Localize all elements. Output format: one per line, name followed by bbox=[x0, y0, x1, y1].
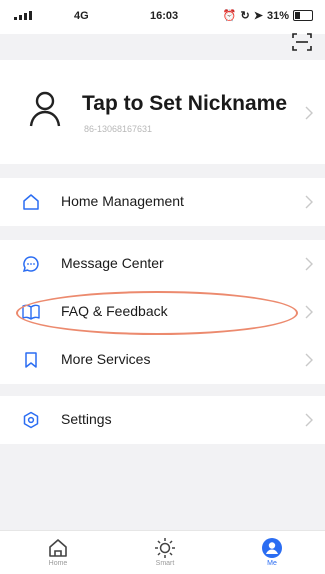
menu-item-label: More Services bbox=[61, 351, 151, 367]
tab-me[interactable]: Me bbox=[242, 537, 302, 567]
profile-card[interactable]: Tap to Set Nickname 86-13068167631 bbox=[0, 60, 325, 164]
location-icon: ➤ bbox=[253, 10, 263, 22]
menu-item-label: Home Management bbox=[61, 193, 184, 209]
status-right: ⏰ ↻ ➤ 31% bbox=[223, 9, 313, 22]
chevron-right-icon bbox=[305, 106, 313, 120]
alarm-icon: ⏰ bbox=[222, 10, 237, 22]
clock: 16:03 bbox=[150, 10, 179, 22]
message-icon bbox=[22, 256, 39, 273]
menu-item-message-center[interactable]: Message Center bbox=[0, 240, 325, 288]
tab-bar: Home Smart Me bbox=[0, 530, 325, 574]
scan-icon[interactable] bbox=[291, 31, 313, 53]
phone-number: 86-13068167631 bbox=[84, 124, 153, 134]
menu-item-label: Settings bbox=[61, 411, 112, 427]
tab-smart[interactable]: Smart bbox=[135, 537, 195, 567]
battery-icon bbox=[293, 10, 313, 21]
home-section: Home Management bbox=[0, 178, 325, 226]
sun-icon bbox=[155, 538, 175, 558]
highlight-ellipse bbox=[16, 291, 298, 335]
battery-percent: 31% bbox=[266, 9, 289, 22]
avatar-icon bbox=[29, 91, 61, 127]
tab-label: Smart bbox=[155, 560, 175, 567]
settings-section: Settings bbox=[0, 396, 325, 444]
chevron-right-icon bbox=[305, 353, 313, 367]
tab-label: Home bbox=[48, 560, 68, 567]
chevron-right-icon bbox=[305, 257, 313, 271]
menu-item-home-management[interactable]: Home Management bbox=[0, 178, 325, 226]
bookmark-icon bbox=[25, 352, 37, 368]
settings-icon bbox=[23, 411, 39, 429]
nickname-label[interactable]: Tap to Set Nickname bbox=[82, 92, 287, 116]
tab-home[interactable]: Home bbox=[28, 537, 88, 567]
chevron-right-icon bbox=[305, 305, 313, 319]
chevron-right-icon bbox=[305, 195, 313, 209]
network-type: 4G bbox=[74, 10, 89, 22]
tab-label: Me bbox=[267, 560, 277, 567]
lock-rotation-icon: ↻ bbox=[240, 10, 250, 22]
house-icon bbox=[23, 194, 39, 210]
menu-item-label: Message Center bbox=[61, 255, 164, 271]
signal-icon bbox=[14, 11, 32, 20]
person-icon bbox=[262, 538, 282, 558]
status-bar: 4G 16:03 ⏰ ↻ ➤ 31% bbox=[0, 0, 325, 34]
chevron-right-icon bbox=[305, 413, 313, 427]
menu-item-settings[interactable]: Settings bbox=[0, 396, 325, 444]
home-icon bbox=[49, 539, 67, 557]
menu-item-more-services[interactable]: More Services bbox=[0, 336, 325, 384]
